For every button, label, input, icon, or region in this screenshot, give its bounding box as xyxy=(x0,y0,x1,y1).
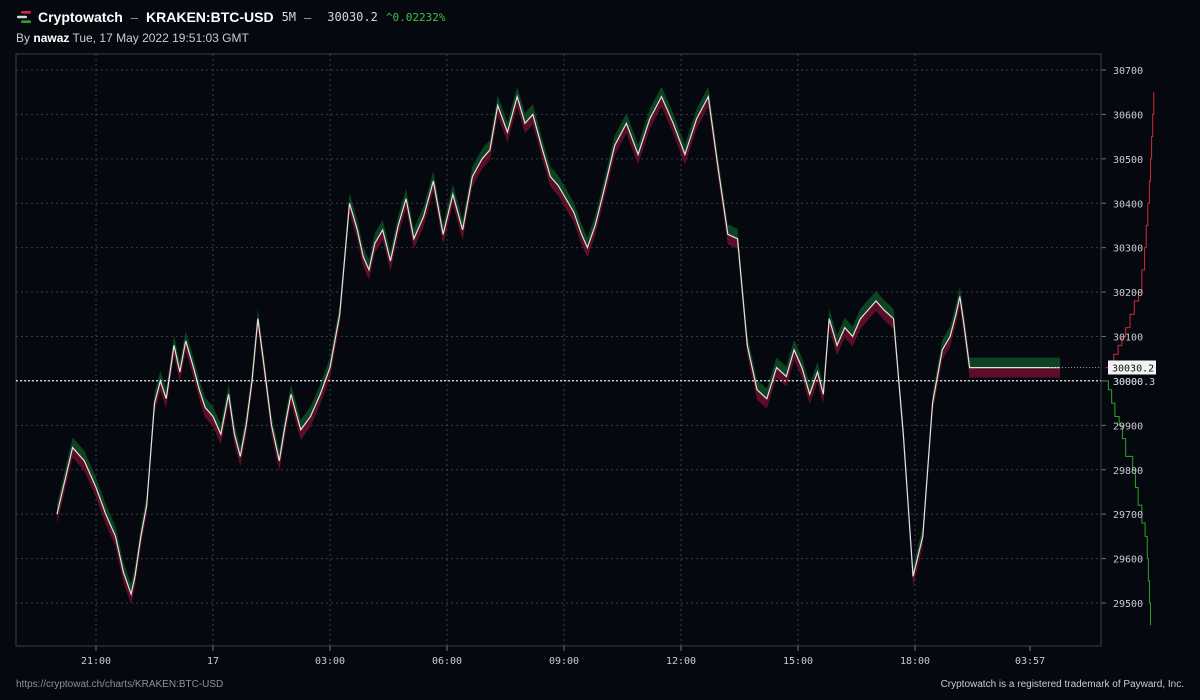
last-price-label: 30030.2 xyxy=(1112,364,1154,375)
x-tick-label: 12:00 xyxy=(666,656,696,667)
y-tick-label: 30700 xyxy=(1113,66,1143,77)
ask-depth-line xyxy=(1105,92,1155,369)
bid-depth-line xyxy=(1105,380,1152,626)
y-tick-label: 29900 xyxy=(1113,421,1143,432)
x-tick-label: 21:00 xyxy=(81,656,111,667)
y-tick-label: 30500 xyxy=(1113,155,1143,166)
y-tick-label: 30400 xyxy=(1113,199,1143,210)
chart-url[interactable]: https://cryptowat.ch/charts/KRAKEN:BTC-U… xyxy=(16,679,223,690)
x-tick-label: 03:57 xyxy=(1015,656,1045,667)
price-chart[interactable]: 2950029600297002980029900300003010030200… xyxy=(0,0,1200,700)
plot-area-border xyxy=(15,53,1102,647)
x-tick-label: 15:00 xyxy=(783,656,813,667)
price-series xyxy=(56,86,1061,605)
price-axis: 2950029600297002980029900300003010030200… xyxy=(1100,54,1143,646)
y-tick-label: 29600 xyxy=(1113,555,1143,566)
y-tick-label: 30300 xyxy=(1113,244,1143,255)
x-tick-label: 18:00 xyxy=(900,656,930,667)
x-tick-label: 09:00 xyxy=(549,656,579,667)
reference-price-label: 30000.3 xyxy=(1113,377,1155,388)
y-tick-label: 30200 xyxy=(1113,288,1143,299)
chart-grid xyxy=(16,54,1101,646)
y-tick-label: 30100 xyxy=(1113,333,1143,344)
y-tick-label: 29700 xyxy=(1113,510,1143,521)
y-tick-label: 29800 xyxy=(1113,466,1143,477)
y-tick-label: 29500 xyxy=(1113,599,1143,610)
order-book-depth xyxy=(1105,92,1155,626)
x-tick-label: 17 xyxy=(207,656,219,667)
trademark-notice: Cryptowatch is a registered trademark of… xyxy=(940,679,1184,690)
x-tick-label: 06:00 xyxy=(432,656,462,667)
x-tick-label: 03:00 xyxy=(315,656,345,667)
y-tick-label: 30600 xyxy=(1113,110,1143,121)
time-axis: 21:00 17 03:00 06:00 09:00 12:00 15:00 18:00 03:… xyxy=(81,646,1045,667)
price-line xyxy=(56,94,1061,597)
